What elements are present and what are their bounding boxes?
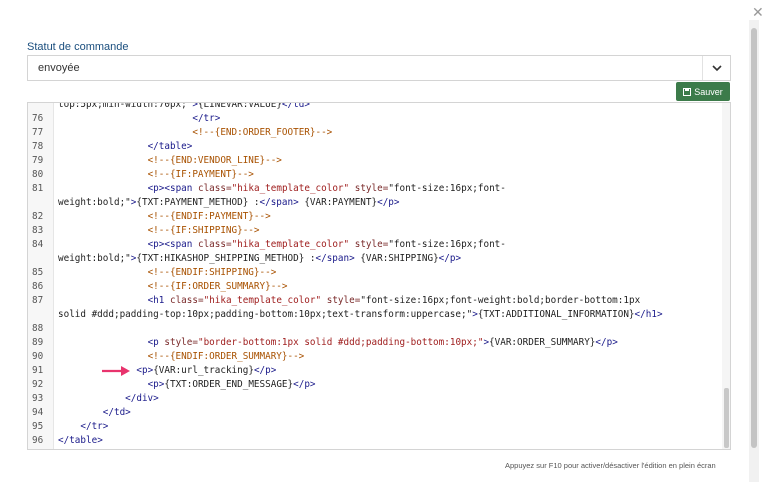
line-number: 93 xyxy=(32,393,44,404)
line-number: 83 xyxy=(32,225,44,236)
status-select[interactable]: envoyée xyxy=(27,55,731,81)
line-number: 95 xyxy=(32,421,44,432)
line-number: 79 xyxy=(32,155,44,166)
line-number: 82 xyxy=(32,211,44,222)
line-number: 94 xyxy=(32,407,44,418)
code-line[interactable]: <!--{IF:PAYMENT}--> xyxy=(58,168,254,182)
code-line[interactable]: weight:bold;">{TXT:HIKASHOP_SHIPPING_MET… xyxy=(58,252,461,266)
code-line[interactable]: <!--{ENDIF:ORDER_SUMMARY}--> xyxy=(58,350,305,364)
code-line[interactable]: <!--{ENDIF:PAYMENT}--> xyxy=(58,210,271,224)
save-button-label: Sauver xyxy=(694,86,723,97)
chevron-down-icon[interactable] xyxy=(702,56,730,80)
line-number: 91 xyxy=(32,365,44,376)
line-number: 77 xyxy=(32,127,44,138)
code-line[interactable]: <p>{VAR:url_tracking}</p> xyxy=(58,364,276,378)
fullscreen-hint: Appuyez sur F10 pour activer/désactiver … xyxy=(505,461,716,470)
line-number: 78 xyxy=(32,141,44,152)
code-line[interactable]: solid #ddd;padding-top:10px;padding-bott… xyxy=(58,308,663,322)
code-line[interactable]: <p>{TXT:ORDER_END_MESSAGE}</p> xyxy=(58,378,316,392)
status-selected-value: envoyée xyxy=(38,62,80,74)
line-number: 89 xyxy=(32,337,44,348)
line-number: 87 xyxy=(32,295,44,306)
code-line[interactable]: </tr> xyxy=(58,420,108,434)
save-button[interactable]: Sauver xyxy=(676,82,730,101)
code-line[interactable]: <p><span class="hika_template_color" sty… xyxy=(58,238,506,252)
code-line[interactable]: <!--{ENDIF:SHIPPING}--> xyxy=(58,266,277,280)
line-number: 92 xyxy=(32,379,44,390)
line-number: 96 xyxy=(32,435,44,446)
line-number: 88 xyxy=(32,323,44,334)
line-number: 86 xyxy=(32,281,44,292)
modal-scrollbar-thumb[interactable] xyxy=(751,28,757,448)
code-line[interactable]: top:5px;min-width:70px;">{LINEVAR:VALUE}… xyxy=(58,103,310,112)
line-number: 81 xyxy=(32,183,44,194)
code-line[interactable]: weight:bold;">{TXT:PAYMENT_METHOD} :</sp… xyxy=(58,196,400,210)
line-number: 85 xyxy=(32,267,44,278)
code-line[interactable]: <p><span class="hika_template_color" sty… xyxy=(58,182,506,196)
close-icon[interactable]: ✕ xyxy=(752,4,764,21)
line-number: 90 xyxy=(32,351,44,362)
arrow-right-icon xyxy=(102,366,130,376)
code-line[interactable]: <!--{END:ORDER_FOOTER}--> xyxy=(58,126,332,140)
code-line[interactable]: </td> xyxy=(58,406,131,420)
code-line[interactable]: </table> xyxy=(58,434,103,448)
code-line[interactable]: <!--{IF:SHIPPING}--> xyxy=(58,224,260,238)
status-label: Statut de commande xyxy=(27,41,129,53)
code-line[interactable]: <p style="border-bottom:1px solid #ddd;p… xyxy=(58,336,618,350)
line-number: 84 xyxy=(32,239,44,250)
code-editor[interactable]: top:5px;min-width:70px;">{LINEVAR:VALUE}… xyxy=(27,102,731,450)
line-number: 80 xyxy=(32,169,44,180)
line-number: 76 xyxy=(32,113,44,124)
code-line[interactable]: </div> xyxy=(58,392,159,406)
save-icon xyxy=(683,87,692,96)
code-line[interactable]: <!--{END:VENDOR_LINE}--> xyxy=(58,154,282,168)
code-line[interactable]: </tr> xyxy=(58,112,220,126)
editor-scrollbar-thumb[interactable] xyxy=(724,388,729,448)
code-line[interactable]: <!--{IF:ORDER_SUMMARY}--> xyxy=(58,280,288,294)
code-line[interactable]: </table> xyxy=(58,140,193,154)
code-line[interactable]: <h1 class="hika_template_color" style="f… xyxy=(58,294,641,308)
